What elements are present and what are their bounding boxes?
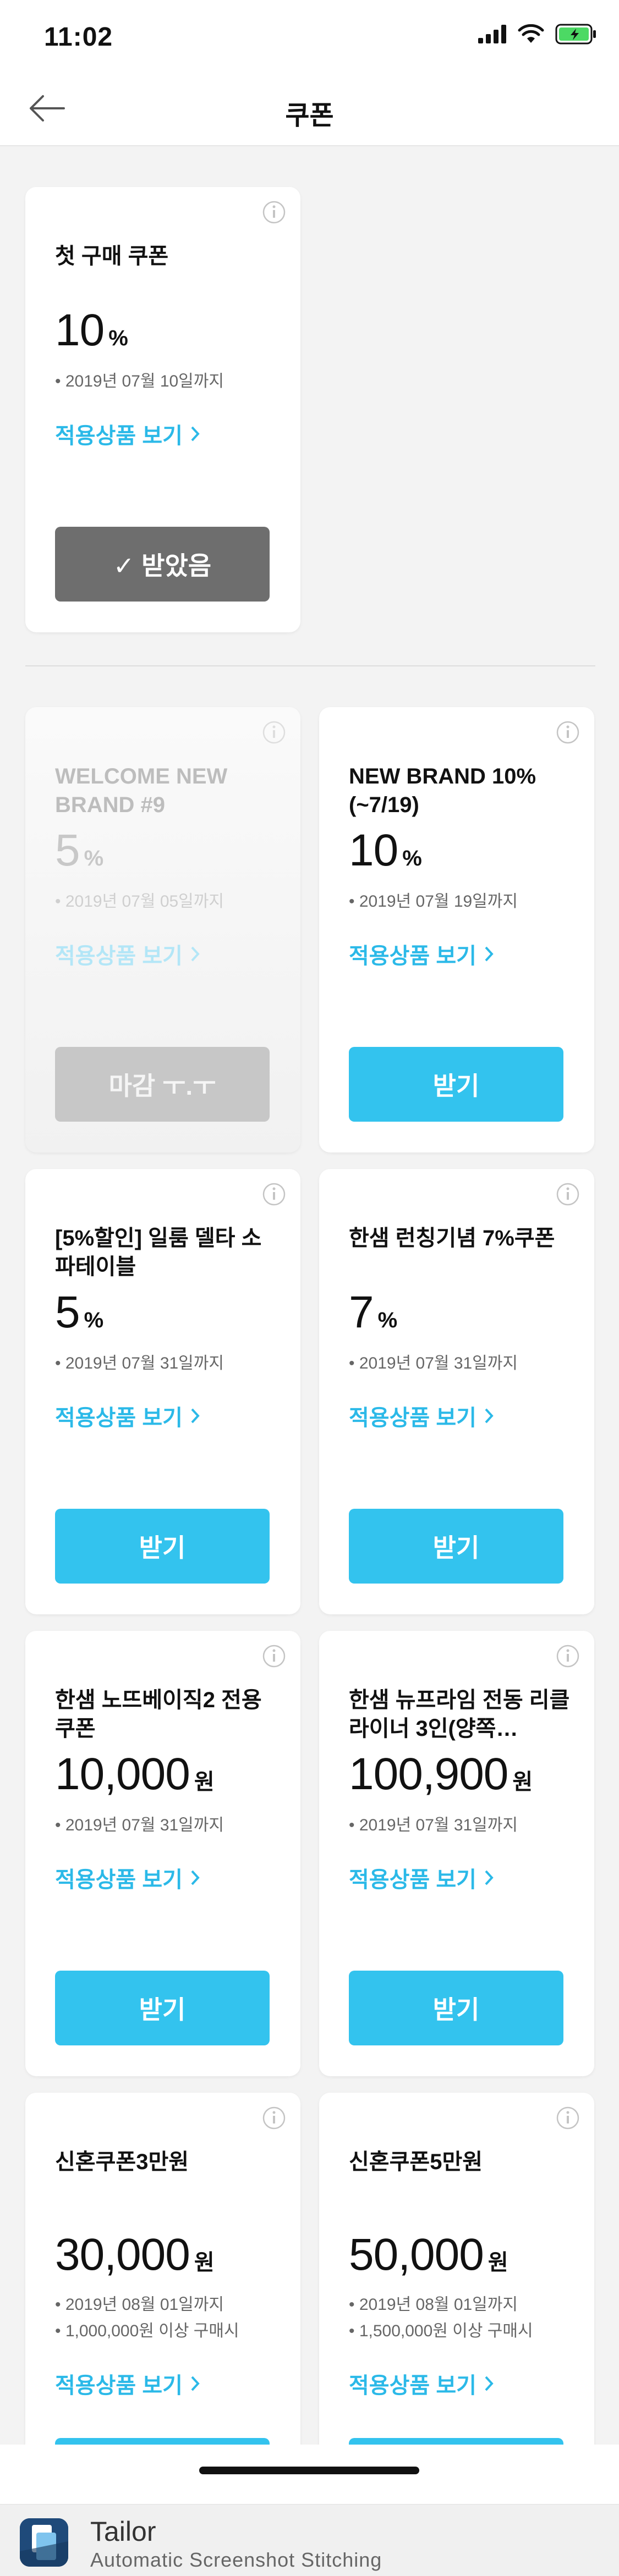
receive-coupon-button[interactable]: 받기 [55, 1971, 270, 2045]
view-applicable-products-link[interactable]: 적용상품 보기 [55, 2368, 200, 2400]
receive-coupon-button[interactable]: 받기 [349, 1971, 563, 2045]
coupon-card: [5%할인] 일룸 델타 소파테이블 5% • 2019년 07월 31일까지 … [25, 1169, 300, 1614]
coupon-title: [5%할인] 일룸 델타 소파테이블 [55, 1226, 262, 1279]
receive-coupon-button[interactable]: 받기 [55, 1509, 270, 1584]
coupon-title: WELCOME NEW BRAND #9 [55, 764, 228, 817]
coupon-expiry: • 2019년 07월 31일까지 [55, 1354, 224, 1372]
section-divider [25, 665, 595, 666]
coupon-list: 첫 구매 쿠폰 10% • 2019년 07월 10일까지 적용상품 보기 ✓ … [0, 146, 619, 2445]
chevron-right-icon [485, 1870, 494, 1885]
view-applicable-products-link[interactable]: 적용상품 보기 [55, 1862, 200, 1894]
view-applicable-products-link[interactable]: 적용상품 보기 [55, 1400, 200, 1432]
closed-button: 마감 ㅜ.ㅜ [55, 1047, 270, 1122]
coupon-card: 한샘 뉴프라임 전동 리클라이너 3인(양쪽… 100,900 원 • 2019년… [319, 1631, 594, 2076]
receive-coupon-button[interactable]: 받기 [349, 2438, 563, 2445]
chevron-right-icon [485, 2376, 494, 2391]
chevron-right-icon [191, 426, 200, 442]
coupon-card: 신혼쿠폰5만원 50,000 원 • 2019년 08월 01일까지 • 1,50… [319, 2093, 594, 2445]
view-applicable-products-link[interactable]: 적용상품 보기 [55, 938, 200, 970]
coupon-title: 첫 구매 쿠폰 [55, 244, 169, 268]
info-circle-icon[interactable] [262, 1644, 286, 1668]
coupon-amount: 50,000 원 [349, 2230, 508, 2280]
coupon-amount: 10,000 원 [55, 1749, 215, 1799]
page-title: 쿠폰 [285, 101, 334, 130]
app-footer: Tailor Automatic Screenshot Stitching [0, 2504, 619, 2576]
info-circle-icon[interactable] [262, 200, 286, 224]
coupon-title: 한샘 노뜨베이직2 전용 쿠폰 [55, 1688, 262, 1741]
coupon-card: 한샘 런칭기념 7%쿠폰 7% • 2019년 07월 31일까지 적용상품 보… [319, 1169, 594, 1614]
footer-app-name: Tailor [90, 2516, 156, 2547]
battery-icon [555, 24, 597, 47]
coupon-amount: 7% [349, 1287, 397, 1337]
tailor-app-icon [20, 2518, 68, 2567]
coupon-expiry: • 2019년 07월 31일까지 [55, 1816, 224, 1834]
chevron-right-icon [485, 1408, 494, 1424]
coupon-amount: 10% [55, 305, 128, 355]
chevron-right-icon [191, 1870, 200, 1885]
coupon-card: 첫 구매 쿠폰 10% • 2019년 07월 10일까지 적용상품 보기 ✓ … [25, 187, 300, 632]
coupon-expiry: • 2019년 08월 01일까지 [55, 2296, 224, 2314]
view-applicable-products-link[interactable]: 적용상품 보기 [349, 2368, 494, 2400]
navigation-bar: 쿠폰 [0, 73, 619, 146]
receive-coupon-button[interactable]: 받기 [55, 2438, 270, 2445]
coupon-title: 신혼쿠폰5만원 [349, 2150, 483, 2174]
info-circle-icon[interactable] [556, 720, 580, 744]
coupon-title: 한샘 뉴프라임 전동 리클라이너 3인(양쪽… [349, 1688, 570, 1741]
footer-tagline: Automatic Screenshot Stitching [90, 2549, 382, 2571]
info-circle-icon[interactable] [556, 2106, 580, 2130]
home-indicator[interactable] [199, 2467, 419, 2474]
coupon-card: WELCOME NEW BRAND #9 5% • 2019년 07월 05일까… [25, 707, 300, 1152]
info-circle-icon[interactable] [262, 2106, 286, 2130]
coupon-expiry: • 2019년 07월 31일까지 [349, 1354, 518, 1372]
chevron-right-icon [191, 2376, 200, 2391]
view-applicable-products-link[interactable]: 적용상품 보기 [349, 1400, 494, 1432]
coupon-title: 한샘 런칭기념 7%쿠폰 [349, 1226, 555, 1250]
coupon-card: 한샘 노뜨베이직2 전용 쿠폰 10,000 원 • 2019년 07월 31일까… [25, 1631, 300, 2076]
receive-coupon-button[interactable]: 받기 [349, 1047, 563, 1122]
coupon-expiry: • 2019년 07월 10일까지 [55, 372, 224, 390]
chevron-right-icon [485, 946, 494, 962]
view-applicable-products-link[interactable]: 적용상품 보기 [55, 418, 200, 450]
coupon-expiry: • 2019년 08월 01일까지 [349, 2296, 518, 2314]
coupon-expiry: • 2019년 07월 19일까지 [349, 892, 518, 911]
cellular-signal-icon [478, 24, 507, 46]
chevron-right-icon [191, 946, 200, 962]
coupon-amount: 5% [55, 1287, 103, 1337]
coupon-card: NEW BRAND 10% (~7/19) 10% • 2019년 07월 19… [319, 707, 594, 1152]
received-button[interactable]: ✓ 받았음 [55, 527, 270, 602]
coupon-min-purchase: • 1,000,000원 이상 구매시 [55, 2322, 239, 2340]
coupon-title: NEW BRAND 10% (~7/19) [349, 764, 536, 817]
chevron-right-icon [191, 1408, 200, 1424]
coupon-expiry: • 2019년 07월 05일까지 [55, 892, 224, 911]
receive-coupon-button[interactable]: 받기 [349, 1509, 563, 1584]
info-circle-icon[interactable] [262, 720, 286, 744]
coupon-min-purchase: • 1,500,000원 이상 구매시 [349, 2322, 533, 2340]
info-circle-icon[interactable] [556, 1644, 580, 1668]
coupon-expiry: • 2019년 07월 31일까지 [349, 1816, 518, 1834]
view-applicable-products-link[interactable]: 적용상품 보기 [349, 938, 494, 970]
coupon-amount: 100,900 원 [349, 1749, 533, 1799]
coupon-amount: 30,000 원 [55, 2230, 215, 2280]
info-circle-icon[interactable] [556, 1182, 580, 1206]
status-bar: 11:02 [0, 0, 619, 73]
coupon-amount: 10% [349, 825, 422, 875]
home-indicator-area [0, 2445, 619, 2504]
coupon-card: 신혼쿠폰3만원 30,000 원 • 2019년 08월 01일까지 • 1,00… [25, 2093, 300, 2445]
coupon-title: 신혼쿠폰3만원 [55, 2150, 189, 2174]
status-icons [478, 24, 597, 46]
view-applicable-products-link[interactable]: 적용상품 보기 [349, 1862, 494, 1894]
info-circle-icon[interactable] [262, 1182, 286, 1206]
status-time: 11:02 [44, 23, 113, 52]
wifi-icon [518, 24, 544, 47]
coupon-amount: 5% [55, 825, 103, 875]
